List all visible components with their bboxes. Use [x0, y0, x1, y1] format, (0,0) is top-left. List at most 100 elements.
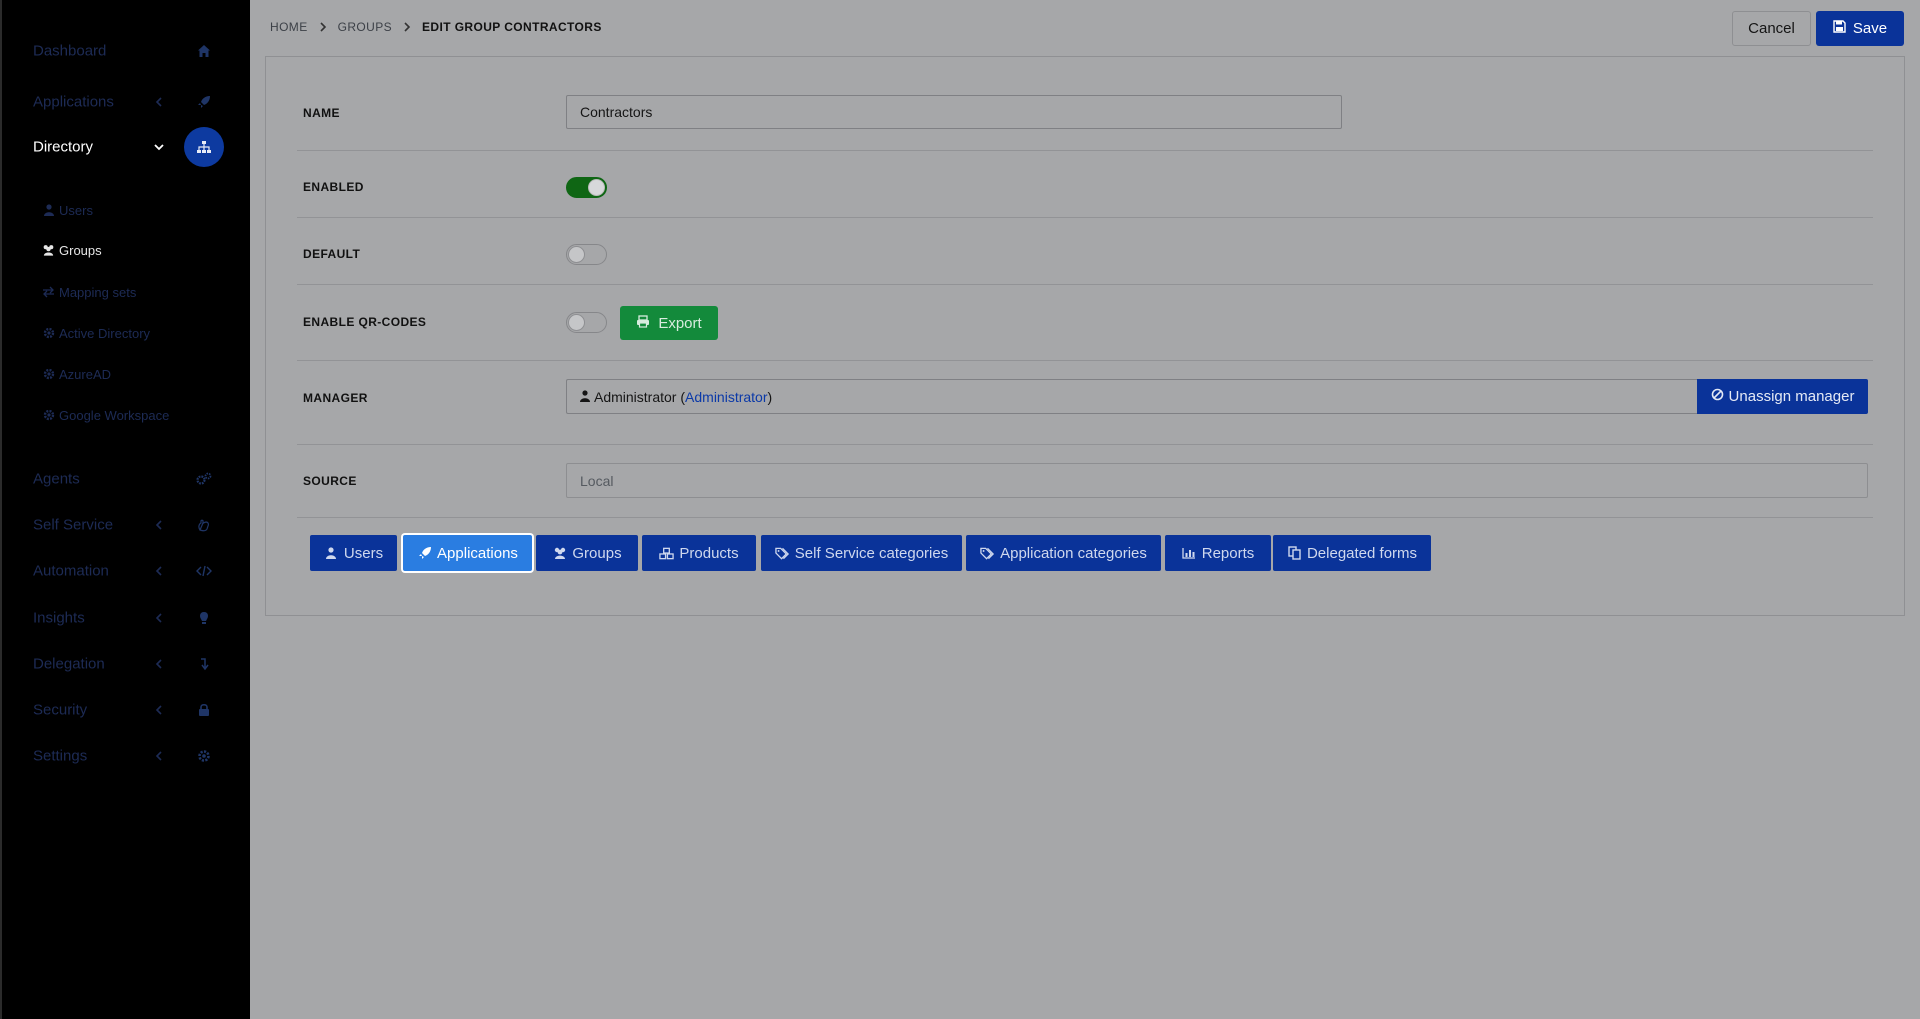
- tab-delegated-forms[interactable]: Delegated forms: [1273, 535, 1431, 571]
- default-toggle[interactable]: [566, 244, 607, 265]
- sidebar-subitem-label: Groups: [59, 242, 102, 258]
- tab-self-service-categories[interactable]: Self Service categories: [761, 535, 962, 571]
- manager-label: MANAGER: [303, 391, 368, 405]
- default-label: DEFAULT: [303, 247, 361, 261]
- rocket-icon: [195, 93, 213, 111]
- lightbulb-icon: [195, 609, 213, 627]
- unassign-manager-button[interactable]: Unassign manager: [1697, 379, 1868, 414]
- sidebar-item-delegation[interactable]: Delegation: [2, 644, 252, 684]
- breadcrumb-home[interactable]: HOME: [270, 20, 308, 34]
- chevron-down-icon: [152, 140, 166, 154]
- sidebar-item-label: Security: [33, 701, 88, 719]
- export-button-label: Export: [658, 314, 702, 332]
- divider: [297, 517, 1873, 518]
- name-label: NAME: [303, 106, 340, 120]
- sidebar-item-dashboard[interactable]: Dashboard: [2, 31, 252, 71]
- enabled-toggle[interactable]: [566, 177, 607, 198]
- save-button-label: Save: [1852, 20, 1888, 37]
- tab-applications[interactable]: Applications: [403, 535, 532, 571]
- sidebar-item-label: Automation: [33, 562, 109, 580]
- divider: [297, 150, 1873, 151]
- tab-label: Products: [679, 544, 739, 562]
- tab-products[interactable]: Products: [642, 535, 756, 571]
- source-label: SOURCE: [303, 474, 357, 488]
- users-icon: [42, 244, 55, 257]
- sidebar-item-security[interactable]: Security: [2, 690, 252, 730]
- gear-icon: [195, 747, 213, 765]
- sidebar-subitem-azuread[interactable]: AzureAD: [42, 363, 111, 385]
- user-icon: [42, 204, 55, 217]
- sidebar-subitem-users[interactable]: Users: [42, 199, 93, 221]
- chevron-left-icon: [152, 749, 166, 763]
- tab-application-categories[interactable]: Application categories: [966, 535, 1161, 571]
- source-input: Local: [566, 463, 1868, 498]
- chevron-left-icon: [152, 611, 166, 625]
- tab-label: Application categories: [1000, 544, 1147, 562]
- sidebar-item-agents[interactable]: Agents: [2, 459, 252, 499]
- sidebar-subitem-label: Active Directory: [59, 325, 151, 341]
- sidebar-item-settings[interactable]: Settings: [2, 736, 252, 776]
- sidebar-item-applications[interactable]: Applications: [2, 82, 252, 122]
- exchange-icon: [42, 286, 55, 299]
- user-icon: [324, 546, 339, 560]
- toggle-knob: [568, 246, 585, 263]
- breadcrumb-groups[interactable]: GROUPS: [338, 20, 392, 34]
- tab-label: Reports: [1201, 544, 1255, 562]
- ban-icon: [1711, 388, 1724, 405]
- toggle-knob: [588, 179, 605, 196]
- divider: [297, 444, 1873, 445]
- manager-name: Administrator (: [594, 388, 686, 405]
- tags-icon: [775, 546, 790, 560]
- copy-icon: [1287, 546, 1302, 560]
- sidebar: Dashboard Applications Directory Users G…: [0, 0, 250, 1019]
- sidebar-subitem-active-directory[interactable]: Active Directory: [42, 322, 150, 344]
- chevron-right-icon: [308, 20, 338, 34]
- qr-codes-toggle[interactable]: [566, 312, 607, 333]
- cog-icon: [42, 409, 55, 422]
- chevron-right-icon: [392, 20, 422, 34]
- divider: [297, 284, 1873, 285]
- rocket-icon: [417, 546, 432, 560]
- chevron-left-icon: [152, 95, 166, 109]
- sidebar-item-directory[interactable]: Directory: [2, 127, 252, 167]
- sidebar-item-self-service[interactable]: Self Service: [2, 505, 252, 545]
- cog-icon: [42, 327, 55, 340]
- save-button[interactable]: Save: [1816, 11, 1904, 46]
- tags-icon: [980, 546, 995, 560]
- sidebar-subitem-label: Google Workspace: [59, 407, 170, 423]
- tab-groups[interactable]: Groups: [536, 535, 638, 571]
- tab-users[interactable]: Users: [310, 535, 397, 571]
- divider: [297, 360, 1873, 361]
- sidebar-item-label: Directory: [33, 138, 94, 156]
- sidebar-item-automation[interactable]: Automation: [2, 551, 252, 591]
- export-button[interactable]: Export: [620, 306, 718, 340]
- tab-reports[interactable]: Reports: [1165, 535, 1271, 571]
- tab-label: Users: [343, 544, 384, 562]
- tab-label: Self Service categories: [794, 544, 949, 562]
- sidebar-subitem-google-workspace[interactable]: Google Workspace: [42, 404, 169, 426]
- home-icon: [195, 42, 213, 60]
- name-input[interactable]: Contractors: [566, 95, 1342, 129]
- sidebar-item-label: Settings: [33, 747, 88, 765]
- enabled-label: ENABLED: [303, 180, 364, 194]
- tab-label: Delegated forms: [1306, 544, 1418, 562]
- sidebar-item-insights[interactable]: Insights: [2, 598, 252, 638]
- sidebar-subitem-groups[interactable]: Groups: [42, 239, 102, 261]
- sidebar-subitem-mapping-sets[interactable]: Mapping sets: [42, 281, 136, 303]
- sidebar-item-label: Agents: [33, 470, 80, 488]
- bar-chart-icon: [1182, 546, 1197, 560]
- chevron-left-icon: [152, 564, 166, 578]
- floppy-disk-icon: [1833, 20, 1846, 37]
- breadcrumb: HOME GROUPS EDIT GROUP CONTRACTORS: [270, 20, 602, 34]
- cancel-button-label: Cancel: [1748, 20, 1795, 37]
- chevron-left-icon: [152, 657, 166, 671]
- cancel-button[interactable]: Cancel: [1732, 11, 1811, 46]
- lock-icon: [195, 701, 213, 719]
- name-input-value: Contractors: [580, 104, 653, 120]
- sidebar-subitem-label: Users: [59, 202, 93, 218]
- level-down-icon: [195, 655, 213, 673]
- sidebar-item-label: Dashboard: [33, 42, 107, 60]
- unassign-manager-label: Unassign manager: [1728, 388, 1855, 405]
- tab-label: Applications: [437, 544, 518, 562]
- manager-link[interactable]: Administrator: [685, 389, 767, 405]
